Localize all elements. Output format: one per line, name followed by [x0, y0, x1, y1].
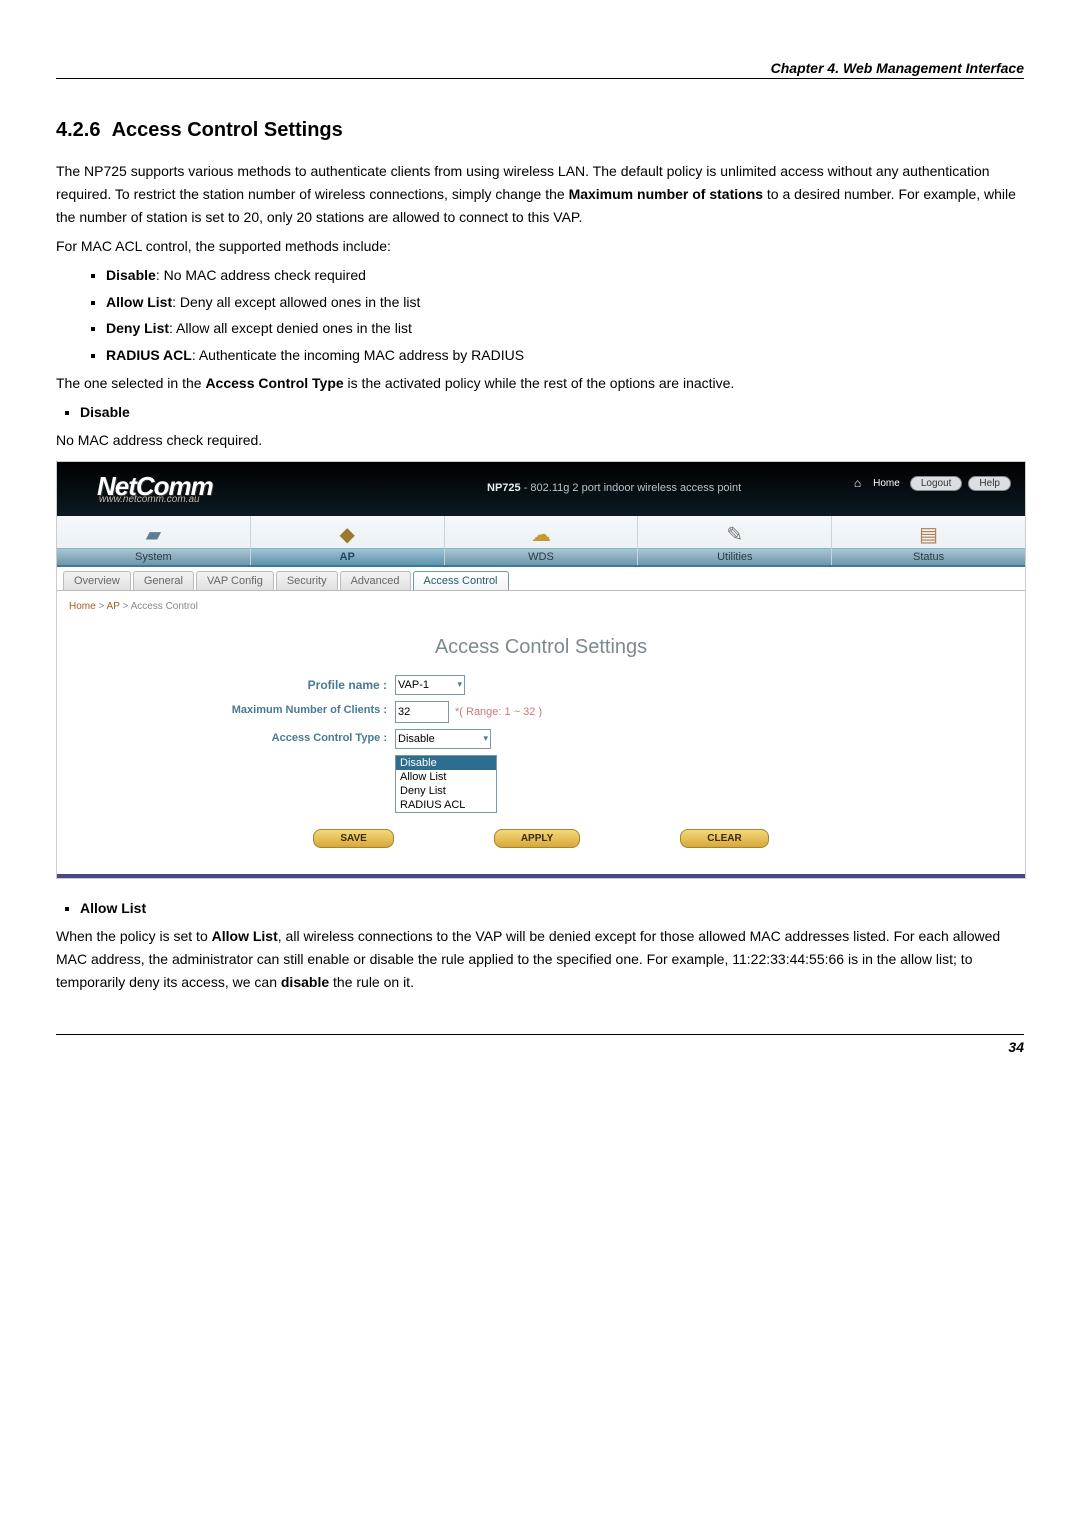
nav-utilities[interactable]: ✎ Utilities — [638, 516, 832, 565]
method-list: Disable: No MAC address check required A… — [56, 264, 1024, 366]
disable-bullet: Disable — [56, 401, 1024, 423]
logo-block: NetComm www.netcomm.com.au — [57, 473, 213, 505]
dropdown-option[interactable]: Allow List — [396, 770, 496, 784]
screenshot-ui: NetComm www.netcomm.com.au NP725 - 802.1… — [56, 461, 1026, 879]
status-icon: ▤ — [832, 522, 1025, 548]
action-buttons: SAVE APPLY CLEAR — [77, 829, 1005, 848]
allow-bullet: Allow List — [56, 897, 1024, 919]
maxclients-input[interactable] — [395, 701, 449, 723]
sub-tabs: Overview General VAP Config Security Adv… — [57, 567, 1025, 591]
profile-select[interactable]: VAP-1 ▾ — [395, 675, 465, 695]
tab-advanced[interactable]: Advanced — [340, 571, 411, 590]
nav-system[interactable]: ▰ System — [57, 516, 251, 565]
tab-access-control[interactable]: Access Control — [413, 571, 509, 590]
section-title: Access Control Settings — [112, 119, 343, 141]
nav-wds[interactable]: ☁ WDS — [445, 516, 639, 565]
dropdown-option[interactable]: RADIUS ACL — [396, 798, 496, 812]
main-nav: ▰ System ◆ AP ☁ WDS ✎ Utilities ▤ Status — [57, 516, 1025, 567]
list-item: Disable — [80, 401, 1024, 423]
logout-button[interactable]: Logout — [910, 476, 963, 491]
logo-subtext: www.netcomm.com.au — [99, 495, 213, 505]
disable-subtext: No MAC address check required. — [56, 429, 1024, 452]
clear-button[interactable]: CLEAR — [680, 829, 768, 848]
dropdown-option[interactable]: Disable — [396, 756, 496, 770]
crumb-current: Access Control — [131, 601, 198, 612]
chevron-down-icon: ▾ — [483, 733, 488, 744]
list-item: Deny List: Allow all except denied ones … — [106, 317, 1024, 339]
nav-ap[interactable]: ◆ AP — [251, 516, 445, 565]
ap-icon: ◆ — [251, 522, 444, 548]
chevron-down-icon: ▾ — [457, 679, 462, 690]
selected-policy-note: The one selected in the Access Control T… — [56, 372, 1024, 395]
section-number: 4.2.6 — [56, 119, 100, 141]
tab-vap-config[interactable]: VAP Config — [196, 571, 274, 590]
tab-overview[interactable]: Overview — [63, 571, 131, 590]
crumb-home[interactable]: Home — [69, 601, 96, 612]
maxclients-label: Maximum Number of Clients : — [77, 701, 395, 716]
intro-paragraph-2: For MAC ACL control, the supported metho… — [56, 235, 1024, 258]
utilities-icon: ✎ — [638, 522, 831, 548]
list-item: RADIUS ACL: Authenticate the incoming MA… — [106, 344, 1024, 366]
content-title: Access Control Settings — [77, 636, 1005, 659]
list-item: Allow List: Deny all except allowed ones… — [106, 291, 1024, 313]
home-button[interactable]: Home — [869, 478, 904, 489]
nav-status[interactable]: ▤ Status — [832, 516, 1025, 565]
row-actype: Access Control Type : Disable ▾ — [77, 729, 1005, 749]
top-buttons: ⌂ Home Logout Help — [854, 476, 1011, 491]
ui-header: NetComm www.netcomm.com.au NP725 - 802.1… — [57, 462, 1025, 516]
dropdown-option[interactable]: Deny List — [396, 784, 496, 798]
breadcrumb: Home > AP > Access Control — [57, 591, 1025, 616]
actype-dropdown-open: Disable Allow List Deny List RADIUS ACL — [395, 755, 497, 813]
system-icon: ▰ — [57, 522, 250, 548]
allow-paragraph: When the policy is set to Allow List, al… — [56, 925, 1024, 994]
section-heading: 4.2.6 Access Control Settings — [56, 119, 1024, 142]
row-max-clients: Maximum Number of Clients : *( Range: 1 … — [77, 701, 1005, 723]
list-item: Allow List — [80, 897, 1024, 919]
intro-paragraph-1: The NP725 supports various methods to au… — [56, 160, 1024, 229]
chapter-header: Chapter 4. Web Management Interface — [56, 60, 1024, 79]
crumb-ap[interactable]: AP — [107, 601, 120, 612]
list-item: Disable: No MAC address check required — [106, 264, 1024, 286]
maxclients-range: *( Range: 1 ~ 32 ) — [455, 706, 542, 718]
page-number: 34 — [56, 1034, 1024, 1055]
content-area: Access Control Settings Profile name : V… — [57, 616, 1025, 874]
apply-button[interactable]: APPLY — [494, 829, 580, 848]
save-button[interactable]: SAVE — [313, 829, 394, 848]
footer-bar — [57, 874, 1025, 878]
actype-label: Access Control Type : — [77, 729, 395, 744]
home-icon: ⌂ — [854, 476, 861, 490]
row-profile: Profile name : VAP-1 ▾ — [77, 675, 1005, 695]
wds-icon: ☁ — [445, 522, 638, 548]
profile-label: Profile name : — [77, 675, 395, 692]
tab-general[interactable]: General — [133, 571, 194, 590]
actype-select[interactable]: Disable ▾ — [395, 729, 491, 749]
tab-security[interactable]: Security — [276, 571, 338, 590]
product-title: NP725 - 802.11g 2 port indoor wireless a… — [487, 482, 741, 494]
help-button[interactable]: Help — [968, 476, 1011, 491]
